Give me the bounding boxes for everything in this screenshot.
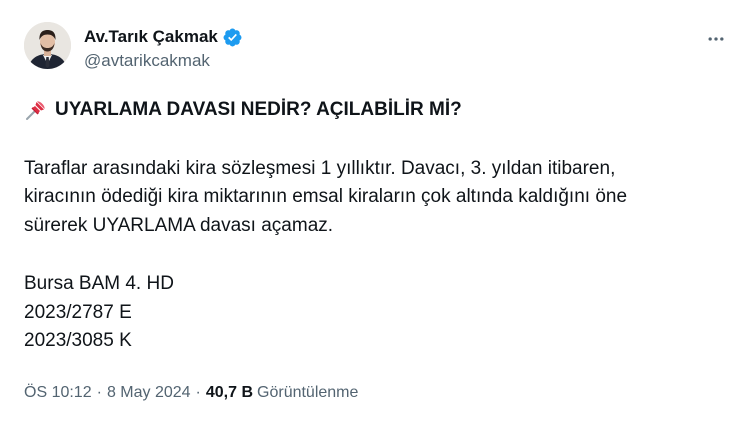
meta-separator: · [195,384,201,401]
verified-badge-icon[interactable] [222,27,243,48]
pushpin-icon [24,98,48,122]
views-label[interactable]: Görüntülenme [257,384,358,402]
tweet-date[interactable]: 8 May 2024 [107,384,191,402]
display-name[interactable]: Av.Tarık Çakmak [84,27,218,47]
tweet-meta: ÖS 10:12 · 8 May 2024 · 40,7 B Görüntüle… [24,384,358,402]
tweet-header: Av.Tarık Çakmak @avtarikcakmak [24,22,733,78]
tweet-paragraph: Taraflar arasındaki kira sözleşmesi 1 yı… [24,157,628,236]
avatar[interactable] [24,22,71,69]
views-count[interactable]: 40,7 B [206,384,253,402]
tweet-body: UYARLAMA DAVASI NEDİR? AÇILABİLİR Mİ? Ta… [24,96,729,356]
meta-separator: · [96,384,102,401]
tweet-card: Av.Tarık Çakmak @avtarikcakmak UYARLAMA … [0,0,749,421]
handle[interactable]: @avtarikcakmak [84,51,243,71]
more-horizontal-icon [708,37,724,41]
tweet-headline-row: UYARLAMA DAVASI NEDİR? AÇILABİLİR Mİ? [24,96,729,125]
tweet-headline: UYARLAMA DAVASI NEDİR? AÇILABİLİR Mİ? [55,99,462,120]
avatar-image [24,22,71,69]
more-button[interactable] [699,24,733,54]
tweet-citation: Bursa BAM 4. HD 2023/2787 E 2023/3085 K [24,273,174,351]
tweet-time[interactable]: ÖS 10:12 [24,384,92,402]
author-names: Av.Tarık Çakmak @avtarikcakmak [84,25,243,71]
display-name-row: Av.Tarık Çakmak [84,25,243,49]
